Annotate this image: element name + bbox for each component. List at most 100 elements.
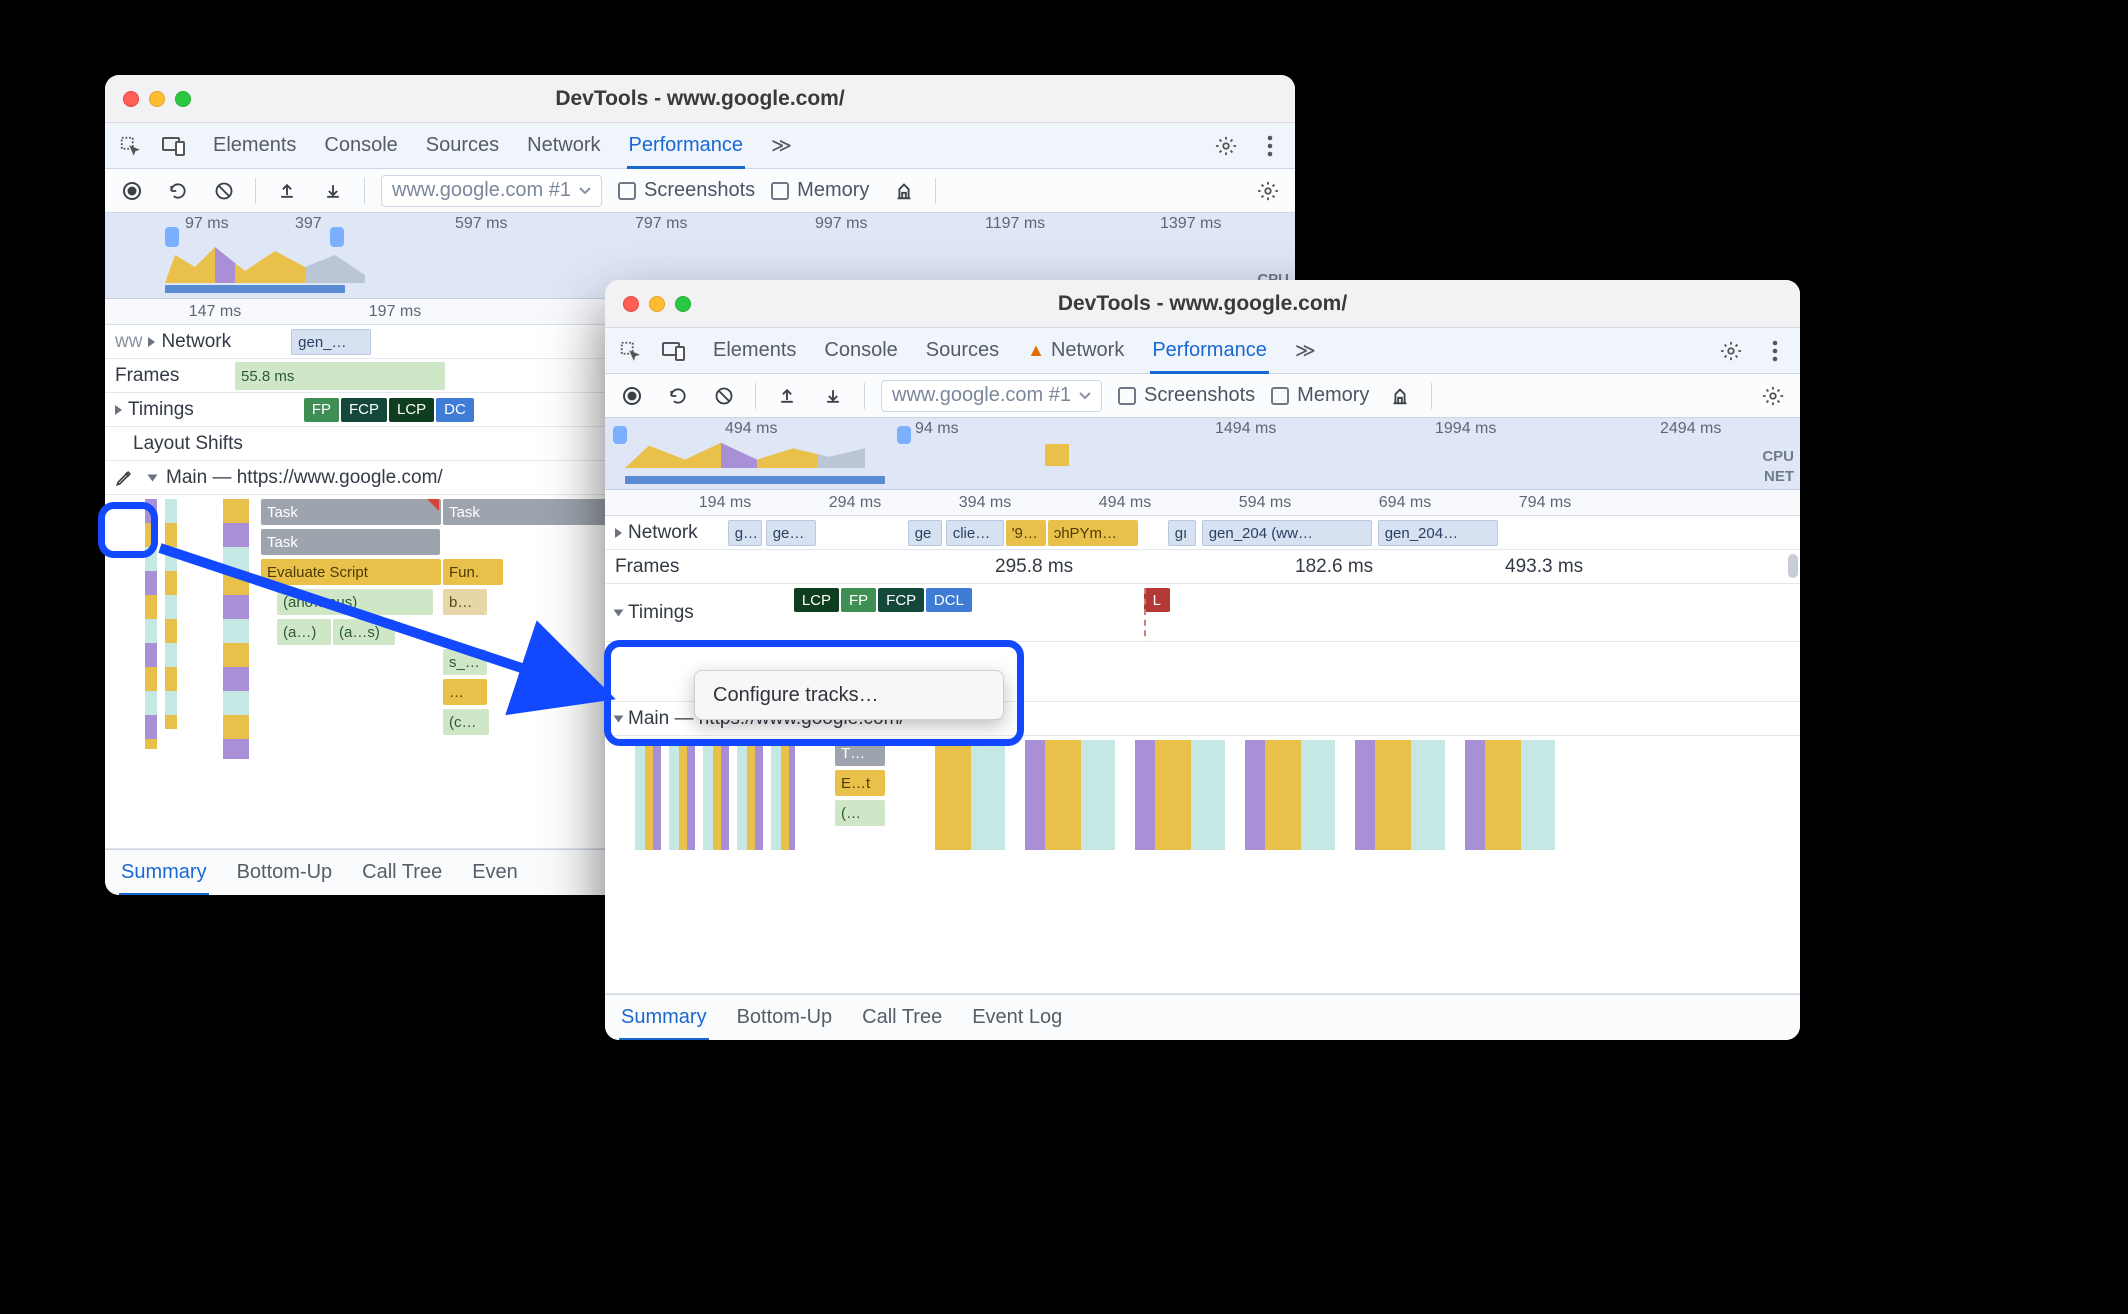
flame-e[interactable]: E…t [835,770,885,796]
frame-duration[interactable]: 55.8 ms [235,362,445,390]
net-chip[interactable]: g… [728,520,762,546]
memory-checkbox[interactable]: Memory [771,179,869,202]
tab-call-tree[interactable]: Call Tree [862,995,942,1040]
garbage-collect-icon[interactable] [889,176,919,206]
timing-dcl[interactable]: DCL [926,588,972,612]
scrollbar[interactable] [1788,554,1798,578]
overview[interactable]: 494 ms 94 ms 1494 ms 1994 ms 2494 ms CPU… [605,418,1800,490]
ruler[interactable]: 194 ms 294 ms 394 ms 494 ms 594 ms 694 m… [605,490,1800,516]
track-timings[interactable]: Timings LCP FP FCP DCL L [605,584,1800,642]
tab-call-tree[interactable]: Call Tree [362,850,442,895]
record-icon[interactable] [617,381,647,411]
tab-console[interactable]: Console [824,328,897,373]
more-vert-icon[interactable] [1760,336,1790,366]
flame-dots[interactable]: … [443,679,487,705]
minimize-icon[interactable] [649,296,665,312]
timing-lcp[interactable]: LCP [794,588,839,612]
timing-dcl[interactable]: DC [436,398,474,422]
flame-task[interactable]: Task [443,499,623,525]
tabs-more[interactable]: ≫ [1295,328,1316,373]
inspect-icon[interactable] [615,336,645,366]
upload-icon[interactable] [772,381,802,411]
screenshots-checkbox[interactable]: Screenshots [618,179,755,202]
gear-icon[interactable] [1758,381,1788,411]
range-handle[interactable] [897,426,911,444]
gear-icon[interactable] [1211,131,1241,161]
download-icon[interactable] [318,176,348,206]
record-icon[interactable] [117,176,147,206]
context-menu-item[interactable]: Configure tracks… [713,684,879,707]
clear-icon[interactable] [709,381,739,411]
gear-icon[interactable] [1253,176,1283,206]
flame-s[interactable]: s_… [443,649,487,675]
net-chip[interactable]: ge… [766,520,816,546]
flame-c[interactable]: (c… [443,709,489,735]
tab-bottom-up[interactable]: Bottom-Up [237,850,333,895]
tab-bottom-up[interactable]: Bottom-Up [737,995,833,1040]
pencil-icon[interactable] [109,463,139,493]
flame-anon[interactable]: (a…) [277,619,331,645]
timing-fcp[interactable]: FCP [878,588,924,612]
flame-task[interactable]: Task [261,499,441,525]
timing-fcp[interactable]: FCP [341,398,387,422]
context-menu[interactable]: Configure tracks… [694,670,1004,720]
timing-fp[interactable]: FP [841,588,876,612]
range-handle[interactable] [330,227,344,247]
track-network[interactable]: Network g… ge… ge clie… '9… ɔhPYm… gı ge… [605,516,1800,550]
tab-event-log[interactable]: Event Log [972,995,1062,1040]
timing-fp[interactable]: FP [304,398,339,422]
minimize-icon[interactable] [149,91,165,107]
range-handle[interactable] [165,227,179,247]
tab-network[interactable]: Network [527,123,600,168]
tab-elements[interactable]: Elements [713,328,796,373]
range-handle[interactable] [613,426,627,444]
flame-chart[interactable]: T… E…t (… [605,736,1800,994]
timing-lcp[interactable]: LCP [389,398,434,422]
flame-eval[interactable]: Evaluate Script [261,559,441,585]
tab-elements[interactable]: Elements [213,123,296,168]
gear-icon[interactable] [1716,336,1746,366]
tab-event-log-trunc[interactable]: Even [472,850,518,895]
tab-performance[interactable]: Performance [1152,328,1267,373]
close-icon[interactable] [123,91,139,107]
reload-icon[interactable] [663,381,693,411]
tab-summary[interactable]: Summary [621,995,707,1040]
profile-select[interactable]: www.google.com #1 [881,380,1102,412]
flame-t[interactable]: T… [835,740,885,766]
net-chip[interactable]: ɔhPYm… [1048,520,1138,546]
memory-checkbox[interactable]: Memory [1271,384,1369,407]
tab-summary[interactable]: Summary [121,850,207,895]
tab-sources[interactable]: Sources [426,123,499,168]
device-toolbar-icon[interactable] [659,336,689,366]
more-vert-icon[interactable] [1255,131,1285,161]
tabs-more[interactable]: ≫ [771,123,792,168]
timing-l-badge[interactable]: L [1144,588,1170,612]
reload-icon[interactable] [163,176,193,206]
screenshots-checkbox[interactable]: Screenshots [1118,384,1255,407]
flame-task[interactable]: Task [261,529,440,555]
device-toolbar-icon[interactable] [159,131,189,161]
tab-sources[interactable]: Sources [926,328,999,373]
net-chip[interactable]: gı [1168,520,1196,546]
net-chip[interactable]: gen_204 (ww… [1202,520,1372,546]
close-icon[interactable] [623,296,639,312]
net-chip[interactable]: '9… [1006,520,1046,546]
garbage-collect-icon[interactable] [1385,381,1415,411]
flame-paren[interactable]: (… [835,800,885,826]
inspect-icon[interactable] [115,131,145,161]
track-frames[interactable]: Frames 295.8 ms 182.6 ms 493.3 ms [605,550,1800,584]
tab-network[interactable]: ▲ Network [1027,328,1124,373]
zoom-icon[interactable] [675,296,691,312]
net-chip[interactable]: ge [908,520,942,546]
net-chip[interactable]: clie… [946,520,1004,546]
flame-fun[interactable]: Fun. [443,559,503,585]
profile-select[interactable]: www.google.com #1 [381,175,602,207]
tab-performance[interactable]: Performance [629,123,744,168]
flame-anon[interactable]: (ano…ous) [277,589,433,615]
clear-icon[interactable] [209,176,239,206]
net-request-chip[interactable]: gen_… [291,329,371,355]
download-icon[interactable] [818,381,848,411]
collapse-icon[interactable] [148,474,158,481]
net-chip[interactable]: gen_204… [1378,520,1498,546]
flame-anon[interactable]: (a…s) [333,619,395,645]
